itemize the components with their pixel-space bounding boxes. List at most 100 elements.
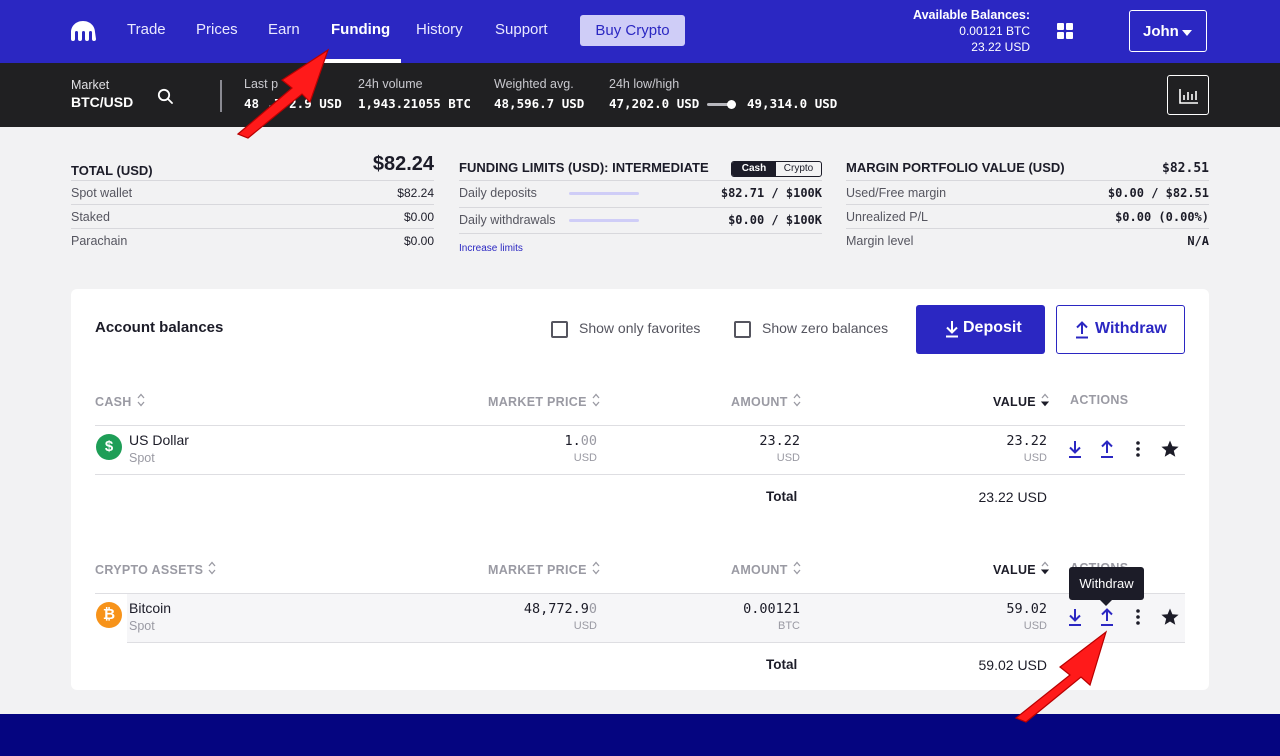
market-pair[interactable]: BTC/USD	[71, 94, 133, 110]
crypto-value-header[interactable]: VALUE	[993, 561, 1049, 577]
amount-unit: BTC	[778, 620, 800, 632]
row-value: $0.00 / $100K	[728, 213, 822, 227]
ticker-divider	[220, 80, 222, 112]
crypto-price-header[interactable]: MARKET PRICE	[488, 561, 600, 577]
search-icon[interactable]	[157, 88, 173, 104]
sort-icon	[137, 393, 145, 407]
cash-header[interactable]: CASH	[95, 393, 145, 409]
asset-name: US Dollar	[129, 432, 189, 448]
total-value: $82.24	[372, 153, 434, 175]
chart-button[interactable]	[1167, 75, 1209, 115]
cash-amount-header[interactable]: AMOUNT	[731, 393, 801, 409]
row-value: $0.00	[403, 210, 434, 224]
toggle-crypto[interactable]: Crypto	[776, 162, 821, 176]
amount-header-label: AMOUNT	[731, 563, 788, 577]
margin-value: $82.51	[1162, 161, 1209, 176]
user-menu-button[interactable]: John	[1129, 10, 1207, 52]
bitcoin-coin-icon: ₿	[96, 602, 122, 628]
margin-portfolio-panel: MARGIN PORTFOLIO VALUE (USD) $82.51 Used…	[846, 152, 1209, 262]
funding-limits-title: FUNDING LIMITS (USD): INTERMEDIATE	[459, 160, 709, 175]
row-label: Staked	[71, 210, 110, 224]
weighted-avg-label: Weighted avg.	[494, 77, 574, 91]
nav-funding[interactable]: Funding	[331, 21, 390, 38]
market-ticker-bar: Market BTC/USD Last p 48 ,772.9 USD 24h …	[0, 63, 1280, 127]
crypto-amount-header[interactable]: AMOUNT	[731, 561, 801, 577]
favorite-star-icon[interactable]	[1160, 607, 1180, 627]
deposit-icon[interactable]	[1066, 439, 1084, 459]
favorites-checkbox[interactable]	[551, 321, 568, 338]
row-value: $0.00 / $82.51	[1107, 186, 1209, 200]
amount: 0.00121	[743, 601, 800, 617]
available-usd: 23.22 USD	[971, 40, 1030, 54]
dollar-coin-icon: $	[96, 434, 122, 460]
nav-support[interactable]: Support	[495, 21, 548, 38]
more-options-icon[interactable]	[1129, 439, 1147, 459]
value: 23.22	[1006, 433, 1047, 449]
cash-actions-header: ACTIONS	[1070, 393, 1129, 407]
funding-limits-panel: FUNDING LIMITS (USD): INTERMEDIATE Cash …	[459, 152, 822, 262]
row-label: Unrealized P/L	[846, 210, 928, 224]
margin-row-unrealized: Unrealized P/L $0.00 (0.00%)	[846, 204, 1209, 228]
divider	[95, 425, 1185, 426]
crypto-total-label: Total	[766, 657, 798, 672]
cash-total-label: Total	[766, 489, 798, 504]
nav-history[interactable]: History	[416, 21, 463, 38]
sort-icon	[793, 561, 801, 575]
market-price: 1.00	[564, 433, 597, 449]
value-unit: USD	[1023, 452, 1047, 464]
daily-withdrawals-row: Daily withdrawals $0.00 / $100K	[459, 207, 822, 234]
row-value: N/A	[1187, 234, 1209, 248]
apps-grid-icon[interactable]	[1057, 23, 1073, 39]
withdrawal-limit-bar	[569, 219, 639, 222]
sort-icon	[793, 393, 801, 407]
price-header-label: MARKET PRICE	[488, 563, 587, 577]
increase-limits-link[interactable]: Increase limits	[459, 243, 523, 254]
nav-earn[interactable]: Earn	[268, 21, 300, 38]
chevron-down-icon	[1182, 30, 1192, 36]
range-indicator	[727, 100, 736, 109]
cash-price-header[interactable]: MARKET PRICE	[488, 393, 600, 409]
more-options-icon[interactable]	[1129, 607, 1147, 627]
favorite-star-icon[interactable]	[1160, 439, 1180, 459]
total-row-staked: Staked $0.00	[71, 204, 434, 228]
sort-desc-icon	[1040, 561, 1049, 575]
price-dim: 0	[588, 601, 597, 617]
volume-label: 24h volume	[358, 77, 423, 91]
zero-balances-checkbox-label[interactable]: Show zero balances	[762, 320, 888, 336]
sort-icon	[208, 561, 216, 575]
toggle-cash[interactable]: Cash	[732, 162, 776, 176]
cash-crypto-toggle[interactable]: Cash Crypto	[731, 161, 822, 177]
value-header-label: VALUE	[993, 563, 1036, 577]
total-title: TOTAL (USD)	[71, 163, 153, 178]
crypto-header-label: CRYPTO ASSETS	[95, 563, 204, 577]
withdraw-icon[interactable]	[1098, 439, 1116, 459]
row-label: Daily deposits	[459, 186, 537, 200]
kraken-logo-icon[interactable]	[70, 20, 96, 42]
high-value: 49,314.0 USD	[747, 96, 838, 111]
total-usd-panel: TOTAL (USD) $82.24 Spot wallet $82.24 St…	[71, 152, 434, 262]
withdraw-button[interactable]: Withdraw	[1056, 305, 1185, 354]
daily-deposits-row: Daily deposits $82.71 / $100K	[459, 180, 822, 207]
row-label: Spot wallet	[71, 186, 133, 200]
margin-row-used-free: Used/Free margin $0.00 / $82.51	[846, 180, 1209, 204]
margin-row-level: Margin level N/A	[846, 228, 1209, 252]
cash-value-header[interactable]: VALUE	[993, 393, 1049, 409]
zero-balances-checkbox[interactable]	[734, 321, 751, 338]
price-unit: USD	[573, 620, 597, 632]
cash-total-value: 23.22 USD	[978, 489, 1047, 505]
nav-trade[interactable]: Trade	[127, 21, 166, 38]
row-label: Margin level	[846, 234, 914, 248]
total-row-spot: Spot wallet $82.24	[71, 180, 434, 204]
deposit-limit-bar	[569, 192, 639, 195]
crypto-header[interactable]: CRYPTO ASSETS	[95, 561, 216, 577]
top-navigation: Trade Prices Earn Funding History Suppor…	[0, 0, 1280, 63]
row-value: $0.00 (0.00%)	[1115, 210, 1209, 224]
sort-icon	[592, 393, 600, 407]
price-unit: USD	[573, 452, 597, 464]
amount: 23.22	[759, 433, 800, 449]
upload-icon	[1076, 321, 1088, 339]
buy-crypto-button[interactable]: Buy Crypto	[580, 15, 685, 46]
favorites-checkbox-label[interactable]: Show only favorites	[579, 320, 700, 336]
nav-prices[interactable]: Prices	[196, 21, 238, 38]
deposit-button[interactable]: Deposit	[916, 305, 1045, 354]
